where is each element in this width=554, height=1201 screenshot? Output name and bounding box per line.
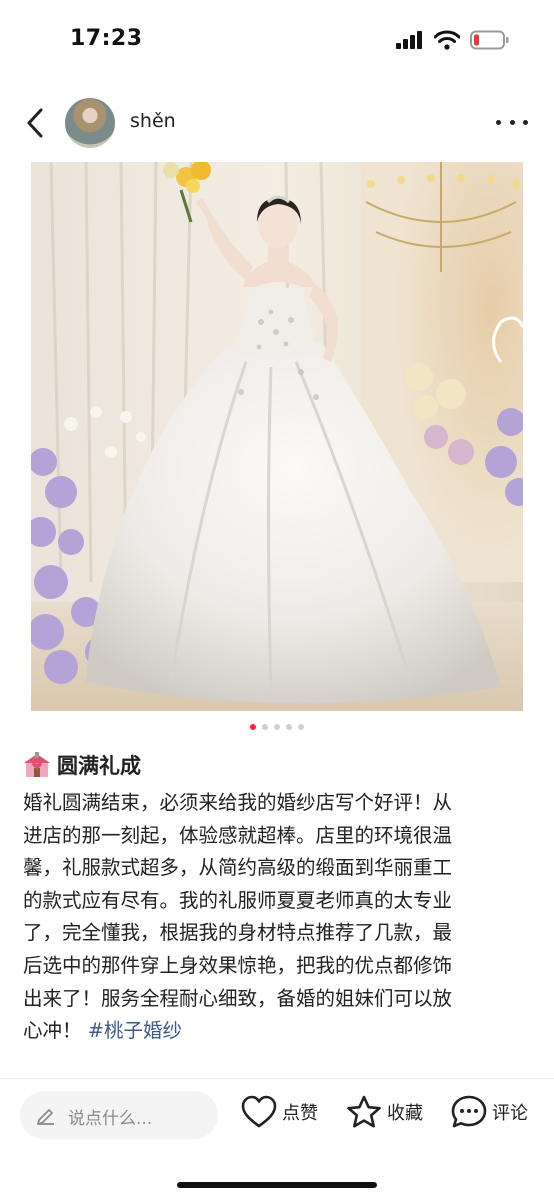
- avatar[interactable]: [65, 98, 115, 148]
- status-bar: 17:23: [0, 0, 554, 84]
- more-options-icon[interactable]: [496, 112, 528, 132]
- body-line: 婚礼圆满结束，必须来给我的婚纱店写个好评！从: [23, 791, 453, 814]
- body-line-last: 心冲！ #桃子婚纱: [23, 1015, 531, 1048]
- body-text: 心冲！: [23, 1019, 82, 1043]
- comment-button[interactable]: 评论: [451, 1095, 528, 1129]
- body-line: 后选中的那件穿上身效果惊艳，把我的优点都修饰: [23, 953, 453, 977]
- hashtag-link[interactable]: #桃子婚纱: [88, 1019, 182, 1042]
- body-line: 馨，礼服款式超多，从简约高级的缎面到华丽重工: [23, 856, 453, 880]
- body-line: 的款式应有尽有。我的礼服师夏夏老师真的太专业: [23, 888, 453, 912]
- post-image[interactable]: [31, 162, 523, 711]
- like-button[interactable]: 点赞: [241, 1095, 318, 1129]
- post-body: 婚礼圆满结束，必须来给我的婚纱店写个好评！从 进店的那一刻起，体验感就超棒。店里…: [23, 787, 531, 1077]
- battery-icon: [470, 30, 509, 50]
- carousel-dot: [262, 724, 268, 730]
- wifi-icon: [434, 30, 460, 50]
- comment-placeholder: 说点什么...: [68, 1109, 153, 1129]
- body-line: 进店的那一刻起，体验感就超棒。店里的环境很温: [23, 823, 453, 847]
- body-line: 了，完全懂我，根据我的身材特点推荐了几款，最: [23, 921, 453, 945]
- carousel-dot-active: [250, 724, 256, 730]
- status-icons: [396, 30, 510, 50]
- star-icon: [347, 1095, 381, 1128]
- carousel-dot: [298, 724, 304, 730]
- comment-input[interactable]: 说点什么...: [20, 1091, 218, 1139]
- signal-icon: [396, 31, 422, 49]
- carousel-dot: [274, 724, 280, 730]
- post-title-text: 圆满礼成: [57, 754, 141, 778]
- post-title: 圆满礼成: [23, 750, 141, 780]
- collect-button[interactable]: 收藏: [346, 1095, 423, 1129]
- carousel-indicator: [0, 724, 554, 730]
- wedding-photo: [31, 162, 523, 711]
- status-time: 17:23: [70, 26, 143, 51]
- username[interactable]: shěn: [130, 110, 176, 132]
- collect-label: 收藏: [387, 1103, 423, 1124]
- back-arrow-icon[interactable]: [22, 106, 50, 140]
- like-label: 点赞: [282, 1103, 318, 1124]
- heart-icon: [241, 1095, 277, 1128]
- pencil-icon: [37, 1109, 54, 1125]
- home-indicator[interactable]: [177, 1182, 377, 1188]
- wedding-chapel-icon: [24, 752, 50, 777]
- chat-bubble-icon: [451, 1095, 487, 1128]
- comment-label: 评论: [492, 1103, 528, 1124]
- post-header: shěn: [0, 92, 554, 154]
- carousel-dot: [286, 724, 292, 730]
- body-line: 出来了！服务全程耐心细致，备婚的姐妹们可以放: [23, 986, 453, 1010]
